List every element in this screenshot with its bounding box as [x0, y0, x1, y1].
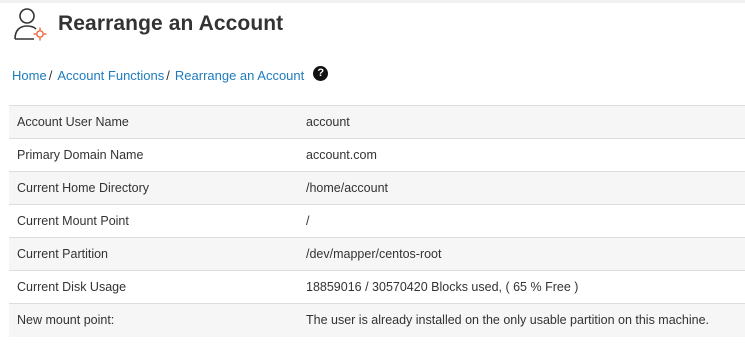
row-value: The user is already installed on the onl… — [298, 303, 745, 337]
table-row: Primary Domain Name account.com — [9, 138, 745, 172]
table-row: Current Disk Usage 18859016 / 30570420 B… — [9, 270, 745, 304]
top-divider — [0, 0, 745, 3]
row-value: / — [298, 204, 745, 238]
row-value: /dev/mapper/centos-root — [298, 237, 745, 271]
breadcrumb-home-link[interactable]: Home — [12, 68, 47, 83]
breadcrumb-separator: / — [166, 67, 170, 83]
user-rearrange-icon — [14, 8, 47, 41]
row-label: Current Mount Point — [9, 204, 298, 238]
table-row: New mount point: The user is already ins… — [9, 303, 745, 337]
row-value: account.com — [298, 138, 745, 172]
table-row: Current Home Directory /home/account — [9, 171, 745, 205]
breadcrumb-account-functions-link[interactable]: Account Functions — [57, 68, 164, 83]
question-circle-icon[interactable]: ? — [313, 65, 329, 81]
row-value: account — [298, 105, 745, 139]
row-value: /home/account — [298, 171, 745, 205]
breadcrumb-rearrange-account-link[interactable]: Rearrange an Account — [175, 68, 304, 83]
row-value: 18859016 / 30570420 Blocks used, ( 65 % … — [298, 270, 745, 304]
row-label: Current Home Directory — [9, 171, 298, 205]
table-row: Current Partition /dev/mapper/centos-roo… — [9, 237, 745, 271]
breadcrumb: Home / Account Functions / Rearrange an … — [12, 65, 329, 84]
row-label: Current Disk Usage — [9, 270, 298, 304]
account-details-table: Account User Name account Primary Domain… — [9, 105, 745, 337]
table-row: Account User Name account — [9, 105, 745, 139]
page-header: Rearrange an Account — [12, 6, 283, 42]
row-label: Current Partition — [9, 237, 298, 271]
row-label: New mount point: — [9, 303, 298, 337]
row-label: Account User Name — [9, 105, 298, 139]
page-title: Rearrange an Account — [58, 12, 284, 35]
row-label: Primary Domain Name — [9, 138, 298, 172]
breadcrumb-separator: / — [48, 67, 53, 83]
table-row: Current Mount Point / — [9, 204, 745, 238]
